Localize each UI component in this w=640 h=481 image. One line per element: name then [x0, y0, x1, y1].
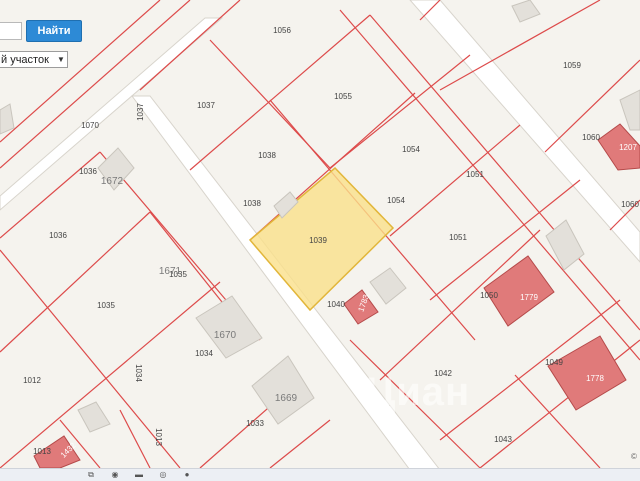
building-label: 1672	[101, 176, 124, 187]
parcel-label: 1012	[23, 376, 41, 385]
parcel-label: 1050	[480, 291, 498, 300]
type-select-value: й участок	[1, 53, 49, 66]
building-shape	[619, 89, 640, 131]
taskbar-start[interactable]	[60, 470, 74, 480]
building-label: 1671	[159, 266, 182, 277]
building-shape	[77, 401, 111, 433]
building-shape	[0, 103, 15, 135]
parcel-label: 1059	[563, 61, 581, 70]
parcel-label: 1038	[258, 151, 276, 160]
task-view-icon[interactable]: ⧉	[84, 470, 98, 480]
parcel-label: 1056	[273, 26, 291, 35]
parcel-label: 1037	[136, 103, 145, 121]
parcel-label: 1043	[494, 435, 512, 444]
parcel-label: 1055	[334, 92, 352, 101]
taskbar: ⧉ ◉ ▬ ◎ ●	[0, 468, 640, 481]
parcel-label: 1035	[97, 301, 115, 310]
building-label: 1778	[586, 374, 604, 383]
app-icon[interactable]: ●	[180, 470, 194, 480]
parcel-label: 1037	[197, 101, 215, 110]
parcel-label: 1051	[449, 233, 467, 242]
parcel-label: 1040	[327, 300, 345, 309]
parcel-label: 1034	[134, 364, 143, 382]
type-select[interactable]: й участок ▼	[0, 51, 68, 68]
parcel-label: 1051	[466, 170, 484, 179]
building-label: 1670	[214, 330, 237, 341]
building-label: 1207	[619, 143, 637, 152]
parcel-label: 1036	[79, 167, 97, 176]
search-bar: Найти	[0, 20, 82, 42]
building-shape	[369, 267, 407, 305]
parcel-label: 1054	[402, 145, 420, 154]
watermark: Циан	[366, 370, 471, 414]
building-label: 1779	[520, 293, 538, 302]
parcel-label: 1013	[33, 447, 51, 456]
copyright-symbol: ©	[631, 452, 637, 461]
parcel-label: 1034	[195, 349, 213, 358]
parcel-label: 1054	[387, 196, 405, 205]
chrome-icon[interactable]: ◉	[108, 470, 122, 480]
search-button[interactable]: Найти	[26, 20, 82, 42]
parcel-label: 1060	[582, 133, 600, 142]
cadastral-map[interactable]: 1056 1059 1037 1037 1055 1070 1060 1038 1054 1036…	[0, 0, 640, 480]
chevron-down-icon: ▼	[57, 55, 65, 64]
building-label: 1669	[275, 393, 298, 404]
parcel-label: 1038	[243, 199, 261, 208]
parcel-label: 1033	[246, 419, 264, 428]
parcel-label: 1036	[49, 231, 67, 240]
edge-icon[interactable]: ◎	[156, 470, 170, 480]
parcel-label: 1060	[621, 200, 639, 209]
parcel-label: 1039	[309, 236, 327, 245]
building-shape	[511, 0, 541, 23]
parcel-label: 1049	[545, 358, 563, 367]
search-input[interactable]	[0, 22, 22, 40]
parcel-label: 1070	[81, 121, 99, 130]
parcel-label: 1013	[154, 428, 163, 446]
explorer-icon[interactable]: ▬	[132, 470, 146, 480]
